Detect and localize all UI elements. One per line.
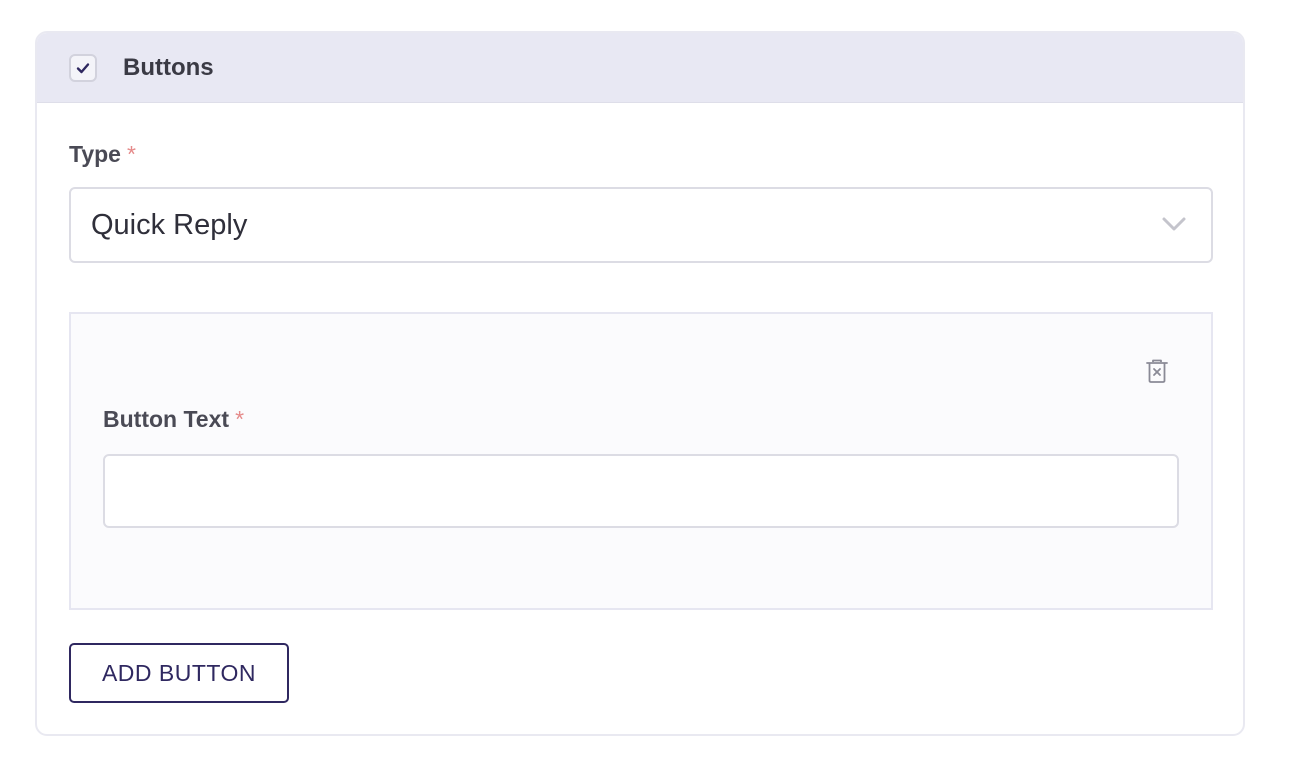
add-button[interactable]: ADD BUTTON: [69, 643, 289, 703]
button-item-panel: Button Text *: [69, 312, 1213, 610]
button-text-label: Button Text *: [103, 406, 244, 433]
type-select[interactable]: Quick Reply: [69, 187, 1213, 263]
button-text-label-text: Button Text: [103, 406, 230, 432]
button-text-input[interactable]: [103, 454, 1179, 528]
required-asterisk: *: [235, 406, 245, 432]
type-label: Type *: [69, 141, 136, 168]
check-icon: [76, 62, 90, 73]
required-asterisk: *: [126, 141, 136, 167]
trash-icon[interactable]: [1145, 358, 1169, 384]
enable-buttons-checkbox[interactable]: [69, 53, 97, 82]
buttons-card: Buttons Type * Quick Reply Button Text * A…: [35, 31, 1245, 736]
card-header: Buttons: [37, 33, 1243, 103]
type-label-text: Type: [69, 141, 121, 167]
section-title: Buttons: [123, 53, 214, 81]
type-select-value: Quick Reply: [91, 208, 248, 241]
chevron-down-icon: [1162, 217, 1186, 231]
